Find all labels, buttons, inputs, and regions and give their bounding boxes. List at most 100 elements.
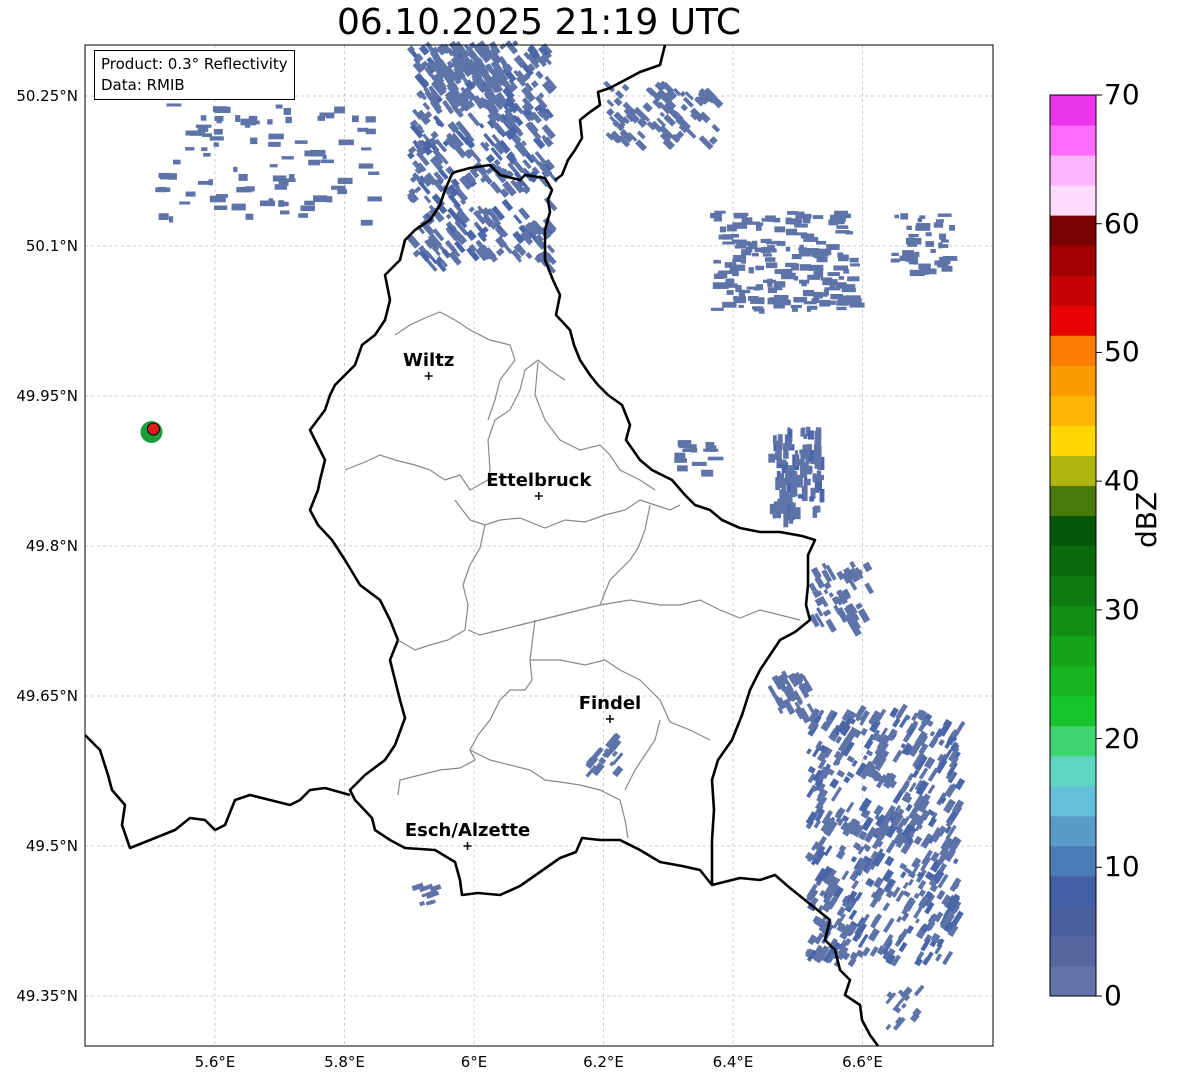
echo-cell <box>269 164 278 168</box>
echo-cell <box>245 213 254 220</box>
echo-cell <box>882 902 891 912</box>
echo-cell <box>933 222 944 228</box>
echo-cell <box>847 276 860 282</box>
echo-cell <box>816 470 822 482</box>
echo-cell <box>937 213 952 217</box>
echo-cell <box>725 278 735 285</box>
echo-cell <box>776 241 786 246</box>
echo-cell <box>873 876 884 889</box>
echo-cell <box>806 748 812 755</box>
echo-cell <box>825 618 837 633</box>
echo-cell <box>954 777 966 791</box>
echo-cell <box>812 215 824 220</box>
echo-cell <box>719 226 727 233</box>
echo-cell <box>925 241 934 247</box>
colorbar-segment <box>1050 935 1096 967</box>
echo-cell <box>744 290 751 294</box>
echo-cell <box>829 281 836 289</box>
echo-cell <box>845 801 855 813</box>
echo-cell <box>793 297 798 302</box>
canton-line <box>397 619 536 796</box>
echo-cell <box>281 156 294 160</box>
echo-cell <box>360 219 373 226</box>
echo-cell <box>925 232 932 237</box>
echo-cell <box>827 272 840 277</box>
echo-cell <box>916 223 931 227</box>
echo-cell <box>304 200 315 206</box>
echo-cell <box>209 195 226 203</box>
echo-cell <box>763 279 777 283</box>
echo-cell <box>841 288 856 293</box>
echo-cell <box>823 588 829 595</box>
colorbar-segment <box>1050 305 1096 336</box>
echo-cell <box>278 181 289 186</box>
echo-cell <box>905 803 913 812</box>
echo-cell <box>711 123 721 133</box>
echo-cell <box>713 260 722 264</box>
echo-cell <box>422 102 431 111</box>
echo-cell <box>518 207 531 221</box>
echo-cell <box>802 297 808 303</box>
echo-cell <box>272 175 287 182</box>
echo-cell <box>259 200 276 207</box>
echo-cell <box>713 273 725 280</box>
echo-cell <box>752 252 759 257</box>
echo-cell <box>203 152 211 157</box>
echo-cell <box>419 900 426 907</box>
city-label: Ettelbruck <box>486 470 592 491</box>
colorbar-segment <box>1050 425 1096 456</box>
echo-cell <box>614 90 625 100</box>
echo-cell <box>891 252 899 256</box>
echo-cell <box>722 241 736 245</box>
echo-cell <box>326 196 333 203</box>
lon-tick-label: 6°E <box>461 1053 488 1071</box>
echo-cell <box>677 465 688 472</box>
echo-cell <box>812 473 817 483</box>
echo-cell <box>771 248 777 253</box>
echo-cell <box>235 115 241 122</box>
echo-cell <box>521 185 530 195</box>
echo-cell <box>747 296 759 301</box>
echo-cell <box>802 289 815 297</box>
echo-cell <box>425 899 434 906</box>
echo-cell <box>849 560 856 569</box>
echo-cell <box>899 871 907 879</box>
echo-cell <box>773 501 779 513</box>
echo-cell <box>185 191 196 197</box>
lat-tick-label: 49.8°N <box>26 537 78 555</box>
echo-cell <box>268 141 281 147</box>
echo-cell <box>765 215 776 222</box>
luxembourg-border <box>308 163 817 897</box>
echo-cell <box>414 72 430 89</box>
radar-site-marker <box>146 422 160 436</box>
echo-cell <box>465 229 477 242</box>
echo-cell <box>674 458 687 463</box>
echo-cell <box>927 784 936 795</box>
echo-cell <box>733 255 746 261</box>
echo-cell <box>858 797 872 814</box>
echo-cell <box>798 279 810 284</box>
colorbar-segment <box>1050 755 1096 787</box>
canton-line <box>599 599 801 621</box>
echo-cell <box>914 251 920 258</box>
colorbar-segment <box>1050 215 1096 246</box>
echo-cell <box>837 252 844 258</box>
echo-cell <box>835 230 850 234</box>
echo-cell <box>816 256 828 263</box>
echo-cell <box>160 174 171 180</box>
echo-cell <box>367 196 382 202</box>
colorbar-segment <box>1050 605 1096 637</box>
colorbar-segment <box>1050 905 1096 937</box>
echo-cell <box>351 115 359 123</box>
echo-cell <box>212 106 227 113</box>
product-label: Product: 0.3° Reflectivity <box>101 55 288 73</box>
echo-cell <box>807 430 814 440</box>
echo-cell <box>935 953 943 962</box>
echo-cell <box>938 739 945 747</box>
echo-cell <box>168 216 174 223</box>
echo-cell <box>313 195 328 203</box>
echo-cell <box>733 296 747 304</box>
echo-cell <box>864 582 874 595</box>
echo-cell <box>865 749 874 757</box>
echo-cell <box>792 470 796 485</box>
